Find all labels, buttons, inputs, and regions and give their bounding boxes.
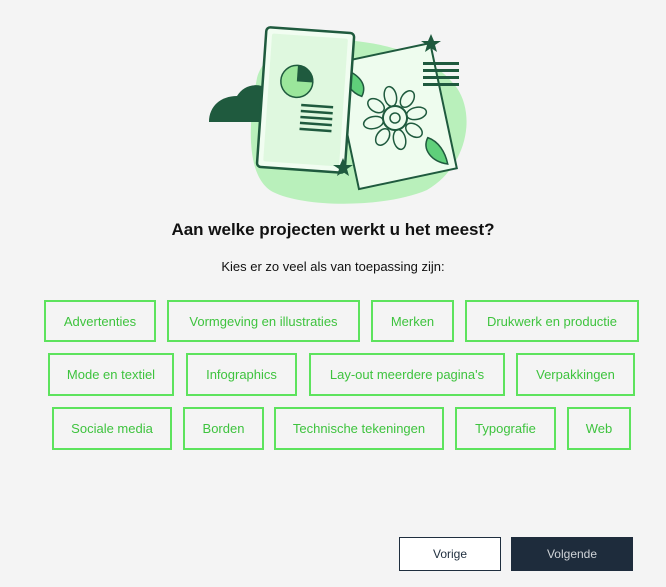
page-title: Aan welke projecten werkt u het meest? (171, 220, 495, 239)
option-merken[interactable]: Merken (371, 300, 454, 342)
option-vormgeving-en-illustraties[interactable]: Vormgeving en illustraties (167, 300, 360, 342)
page-subtitle: Kies er zo veel als van toepassing zijn: (221, 259, 445, 274)
option-mode-en-textiel[interactable]: Mode en textiel (48, 353, 174, 396)
option-infographics[interactable]: Infographics (186, 353, 297, 396)
option-lay-out-meerdere-paginas[interactable]: Lay-out meerdere pagina's (309, 353, 505, 396)
option-drukwerk-en-productie[interactable]: Drukwerk en productie (465, 300, 639, 342)
option-sociale-media[interactable]: Sociale media (52, 407, 172, 450)
option-technische-tekeningen[interactable]: Technische tekeningen (274, 407, 444, 450)
option-typografie[interactable]: Typografie (455, 407, 556, 450)
previous-button[interactable]: Vorige (399, 537, 501, 571)
option-borden[interactable]: Borden (183, 407, 264, 450)
next-button[interactable]: Volgende (511, 537, 633, 571)
option-verpakkingen[interactable]: Verpakkingen (516, 353, 635, 396)
option-web[interactable]: Web (567, 407, 631, 450)
option-advertenties[interactable]: Advertenties (44, 300, 156, 342)
chart-document (255, 26, 356, 174)
projects-illustration (209, 26, 467, 204)
